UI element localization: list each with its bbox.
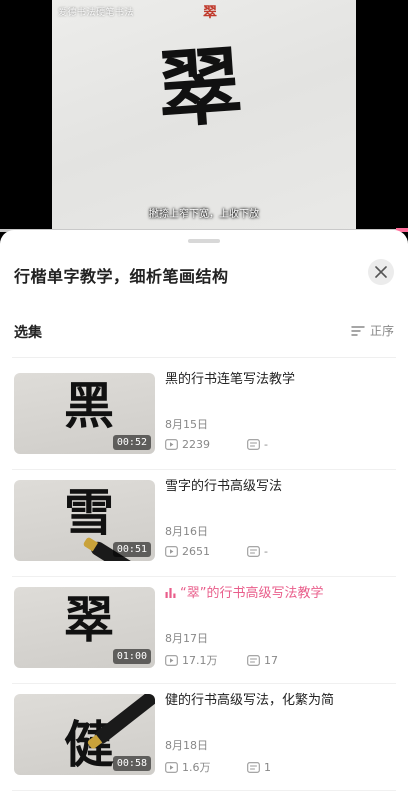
danmaku-icon [247, 439, 260, 450]
sheet-title: 行楷单字教学，细析笔画结构 [14, 267, 229, 286]
danmaku-icon [247, 654, 260, 666]
episode-thumbnail: 黑 00:52 [14, 373, 155, 454]
episode-item[interactable]: 黑 00:52 黑的行书连笔写法教学 8月15日 2239 - [0, 371, 408, 478]
sheet-drag-handle[interactable] [188, 239, 220, 243]
item-divider [12, 683, 396, 684]
duration-badge: 01:00 [112, 649, 151, 664]
episode-item-current[interactable]: 翠 01:00 “翠”的行书高级写法教学 8月17日 17.1万 17 [0, 585, 408, 692]
episode-thumbnail: 翠 01:00 [14, 587, 155, 668]
view-count: 2239 [165, 438, 247, 451]
view-count-value: 17.1万 [182, 654, 218, 667]
episode-title-text: 黑的行书连笔写法教学 [165, 372, 296, 387]
episode-meta: 17.1万 17 [165, 652, 278, 668]
episode-title: 黑的行书连笔写法教学 [165, 371, 395, 389]
episode-date: 8月16日 [165, 525, 208, 538]
video-watermark: 爱德书法硬笔书法 [58, 8, 135, 18]
episode-title-text: 雪字的行书高级写法 [165, 479, 283, 494]
danmaku-icon [247, 546, 260, 557]
episode-item[interactable]: 健 00:58 健的行书高级写法，化繁为简 8月18日 1.6万 1 [0, 692, 408, 799]
item-divider [12, 576, 396, 577]
view-count-value: 2239 [182, 438, 210, 451]
video-calligraphy-character: 翠 [154, 35, 246, 140]
section-label: 选集 [14, 325, 42, 341]
now-playing-icon [165, 588, 176, 598]
episode-title: 雪字的行书高级写法 [165, 478, 395, 496]
episode-title-text: 健的行书高级写法，化繁为简 [165, 693, 335, 708]
comment-count-value: - [264, 438, 268, 451]
close-icon [375, 266, 387, 278]
sort-label: 正序 [369, 324, 394, 338]
episode-title: “翠”的行书高级写法教学 [165, 585, 395, 603]
episode-sheet: 行楷单字教学，细析笔画结构 选集 正序 黑 00:52 黑的行书连笔写法教学 8… [0, 230, 408, 800]
thumbnail-character: 翠 [64, 590, 114, 649]
episode-date: 8月18日 [165, 739, 208, 752]
comment-count-value: 1 [264, 760, 271, 774]
play-count-icon [165, 761, 178, 773]
episode-list: 黑 00:52 黑的行书连笔写法教学 8月15日 2239 - 雪 00:51 … [0, 371, 408, 799]
play-count-icon [165, 654, 178, 666]
danmaku-icon [247, 761, 260, 773]
episode-thumbnail: 雪 00:51 [14, 480, 155, 561]
episode-meta: 2651 - [165, 545, 268, 558]
sort-icon [351, 325, 365, 336]
episode-title-text: “翠”的行书高级写法教学 [180, 586, 324, 601]
video-player[interactable]: 爱德书法硬笔书法 翠 翠 撇捺上窄下宽，上收下放 [0, 0, 408, 236]
duration-badge: 00:51 [112, 542, 151, 557]
episode-title: 健的行书高级写法，化繁为简 [165, 692, 395, 710]
item-divider [12, 790, 396, 791]
duration-badge: 00:58 [112, 756, 151, 771]
comment-count-value: - [264, 545, 268, 558]
section-divider [12, 357, 396, 358]
view-count-value: 1.6万 [182, 761, 211, 774]
comment-count: 17 [247, 654, 278, 667]
video-top-character: 翠 [203, 5, 217, 21]
thumbnail-character: 雪 [64, 483, 114, 542]
thumbnail-character: 黑 [64, 376, 114, 435]
episode-meta: 1.6万 1 [165, 759, 271, 775]
comment-count: - [247, 545, 268, 558]
play-count-icon [165, 546, 178, 557]
comment-count-value: 17 [264, 653, 278, 667]
comment-count: - [247, 438, 268, 451]
duration-badge: 00:52 [112, 435, 151, 450]
view-count-value: 2651 [182, 545, 210, 558]
close-button[interactable] [368, 259, 394, 285]
episode-meta: 2239 - [165, 438, 268, 451]
episode-thumbnail: 健 00:58 [14, 694, 155, 775]
episode-date: 8月17日 [165, 632, 208, 645]
play-count-icon [165, 439, 178, 450]
episode-item[interactable]: 雪 00:51 雪字的行书高级写法 8月16日 2651 - [0, 478, 408, 585]
sort-button[interactable]: 正序 [351, 322, 394, 339]
item-divider [12, 469, 396, 470]
comment-count: 1 [247, 761, 271, 774]
view-count: 2651 [165, 545, 247, 558]
view-count: 17.1万 [165, 652, 247, 668]
episode-date: 8月15日 [165, 418, 208, 431]
view-count: 1.6万 [165, 759, 247, 775]
video-subtitle: 撇捺上窄下宽，上收下放 [149, 209, 259, 220]
